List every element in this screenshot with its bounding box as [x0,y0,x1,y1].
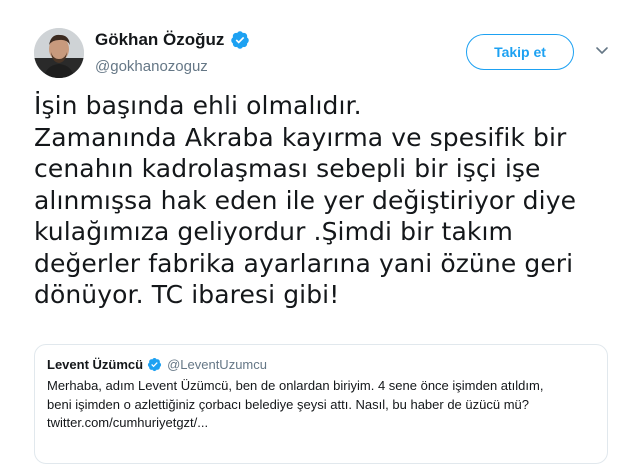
chevron-down-icon[interactable] [594,42,610,58]
quoted-author-name: Levent Üzümcü [47,357,144,372]
verified-badge-icon [231,31,250,49]
avatar[interactable] [34,28,84,78]
author-display-name[interactable]: Gökhan Özoğuz [95,30,224,50]
author-handle[interactable]: @gokhanozoguz [95,58,208,75]
verified-badge-icon [148,357,162,372]
quoted-tweet-header: Levent Üzümcü @LeventUzumcu [47,357,595,372]
quoted-tweet[interactable]: Levent Üzümcü @LeventUzumcu Merhaba, adı… [34,344,608,464]
author-name-row: Gökhan Özoğuz [95,30,250,50]
follow-button[interactable]: Takip et [466,34,574,70]
quoted-tweet-text: Merhaba, adım Levent Üzümcü, ben de onla… [47,378,544,430]
avatar-photo [34,28,84,78]
quoted-author-handle: @LeventUzumcu [167,357,267,372]
tweet-text: İşin başında ehli olmalıdır. Zamanında A… [34,91,577,309]
